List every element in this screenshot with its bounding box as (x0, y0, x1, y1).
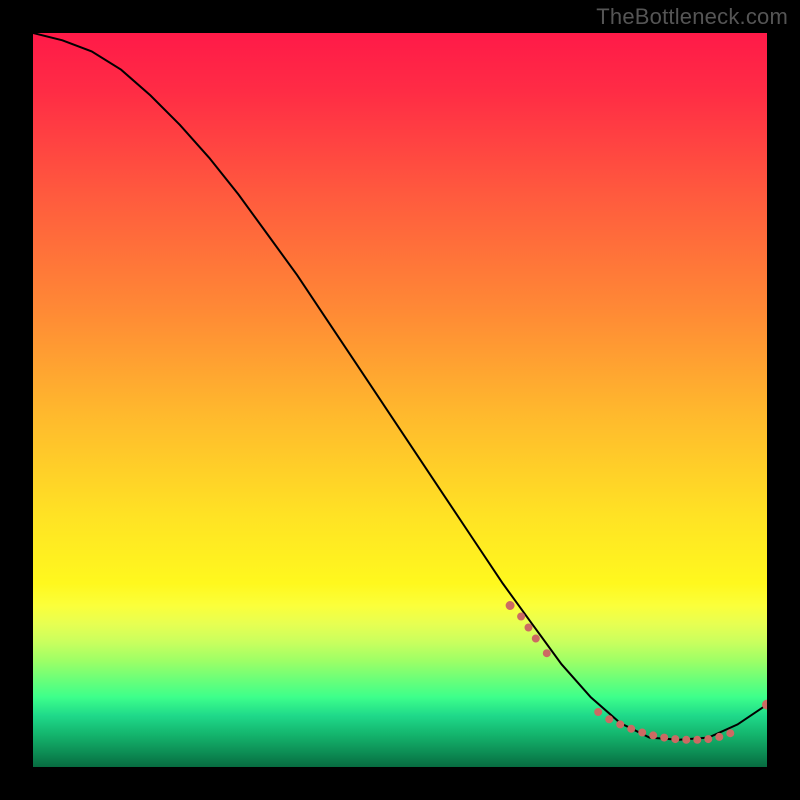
highlight-dot (672, 736, 679, 743)
highlight-dot (518, 613, 525, 620)
highlight-dot (543, 650, 550, 657)
highlight-dot (683, 736, 690, 743)
watermark-text: TheBottleneck.com (596, 4, 788, 30)
highlight-dot (506, 602, 514, 610)
bottleneck-curve (33, 33, 767, 740)
highlight-dot (650, 732, 657, 739)
highlight-dot (716, 733, 723, 740)
highlight-dot (595, 709, 602, 716)
plot-area (33, 33, 767, 767)
highlight-points (506, 602, 767, 744)
highlight-dot (617, 721, 624, 728)
highlight-dot (727, 730, 734, 737)
highlight-dot (639, 729, 646, 736)
highlight-dot (606, 716, 613, 723)
chart-container: TheBottleneck.com (0, 0, 800, 800)
highlight-dot (763, 700, 768, 709)
highlight-dot (705, 736, 712, 743)
highlight-dot (525, 624, 532, 631)
highlight-dot (628, 725, 635, 732)
highlight-dot (661, 734, 668, 741)
highlight-dot (694, 736, 701, 743)
highlight-dot (532, 635, 539, 642)
curve-svg (33, 33, 767, 767)
